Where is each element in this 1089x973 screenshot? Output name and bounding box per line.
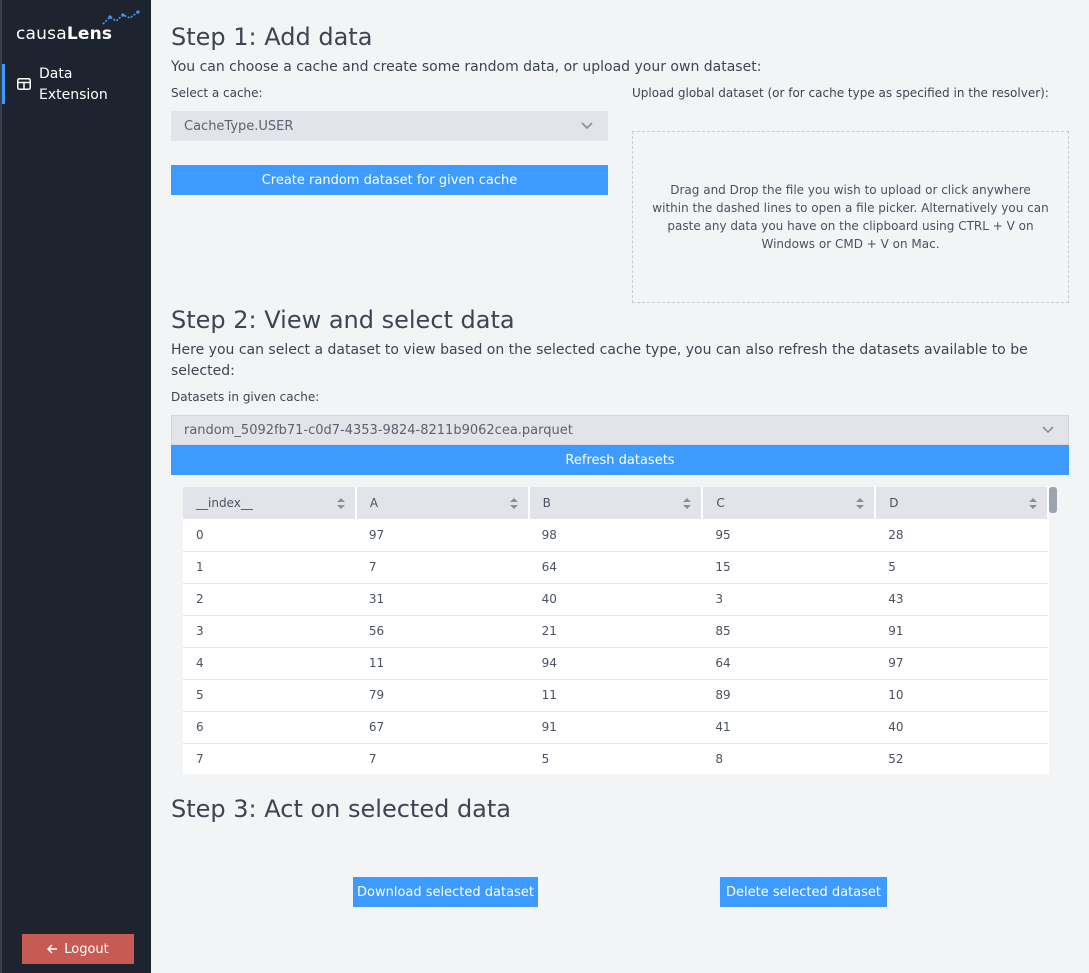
table-cell: 3 — [183, 615, 356, 648]
table-cell: 94 — [528, 647, 703, 680]
table-cell: 11 — [355, 647, 529, 680]
dataset-select-value: random_5092fb71-c0d7-4353-9824-8211b9062… — [184, 422, 573, 438]
column-header[interactable]: D — [875, 487, 1049, 519]
table-scrollbar[interactable] — [1049, 487, 1057, 513]
column-header[interactable]: A — [355, 487, 530, 519]
step2-description: Here you can select a dataset to view ba… — [171, 342, 1028, 379]
table-cell: 67 — [355, 711, 529, 744]
table-row[interactable]: 1 7 64 15 5 — [183, 551, 1048, 584]
table-cell: 10 — [875, 679, 1048, 712]
dropzone-text: Drag and Drop the file you wish to uploa… — [652, 183, 1049, 251]
table-body: 0 97 98 95 28 1 7 64 15 5 2 31 40 3 43 3 56 21 85 91 4 11 94 64… — [183, 519, 1048, 774]
table-cell: 6 — [183, 711, 356, 744]
table-cell: 52 — [875, 743, 1048, 774]
table-cell: 79 — [355, 679, 529, 712]
column-header-label: C — [716, 496, 725, 510]
table-cell: 40 — [875, 711, 1048, 744]
brand-name: causaLens — [16, 24, 113, 44]
create-random-dataset-button[interactable]: Create random dataset for given cache — [171, 165, 608, 195]
table-cell: 64 — [528, 551, 703, 584]
column-header-label: A — [369, 496, 379, 510]
column-header[interactable]: __index__ — [183, 487, 357, 519]
sort-icon — [683, 498, 692, 509]
upload-label: Upload global dataset (or for cache type… — [632, 86, 1049, 100]
table-cell: 40 — [528, 583, 703, 616]
step1-description: You can choose a cache and create some r… — [171, 59, 762, 75]
step2-title: Step 2: View and select data — [171, 306, 515, 334]
table-cell: 5 — [528, 743, 703, 774]
table-cell: 8 — [702, 743, 876, 774]
table-cell: 11 — [528, 679, 703, 712]
table-cell: 91 — [875, 615, 1048, 648]
sort-icon — [856, 498, 865, 509]
table-cell: 3 — [702, 583, 876, 616]
sort-icon — [336, 498, 345, 509]
table-cell: 7 — [355, 743, 529, 774]
column-header-label: D — [889, 496, 899, 510]
table-cell: 31 — [355, 583, 529, 616]
sidebar-item-data-extension[interactable]: Data Extension — [2, 64, 151, 104]
table-row[interactable]: 7 7 5 8 52 — [183, 743, 1048, 774]
table-cell: 89 — [702, 679, 876, 712]
table-cell: 43 — [875, 583, 1048, 616]
logout-label: Logout — [64, 941, 109, 957]
cache-select-label: Select a cache: — [171, 86, 263, 100]
upload-dropzone[interactable]: Drag and Drop the file you wish to uploa… — [632, 131, 1069, 303]
cache-select-value: CacheType.USER — [184, 118, 294, 134]
table-cell: 7 — [183, 743, 356, 774]
table-cell: 64 — [702, 647, 876, 680]
logout-button[interactable]: Logout — [22, 934, 134, 964]
table-cell: 97 — [875, 647, 1048, 680]
table-cell: 2 — [183, 583, 356, 616]
table-row[interactable]: 6 67 91 41 40 — [183, 711, 1048, 744]
arrow-left-icon — [47, 944, 58, 954]
delete-dataset-button[interactable]: Delete selected dataset — [720, 877, 887, 907]
brand-logo: causaLens — [16, 10, 146, 46]
dataset-select[interactable]: random_5092fb71-c0d7-4353-9824-8211b9062… — [171, 415, 1069, 445]
table-row[interactable]: 2 31 40 3 43 — [183, 583, 1048, 616]
table-row[interactable]: 4 11 94 64 97 — [183, 647, 1048, 680]
data-table: __index__ A B C D 0 97 98 95 28 1 7 64 15 5 2 31 40 3 43 3 5… — [183, 487, 1049, 774]
table-cell: 5 — [183, 679, 356, 712]
table-icon — [17, 78, 31, 90]
sort-icon — [509, 498, 518, 509]
sort-icon — [1029, 498, 1037, 509]
column-header-label: B — [542, 496, 551, 510]
refresh-datasets-button[interactable]: Refresh datasets — [171, 445, 1069, 475]
table-cell: 56 — [355, 615, 529, 648]
chevron-down-icon — [581, 122, 593, 130]
column-header[interactable]: B — [528, 487, 704, 519]
table-cell: 21 — [528, 615, 703, 648]
chevron-down-icon — [1042, 426, 1054, 434]
table-header-row: __index__ A B C D — [183, 487, 1049, 519]
table-cell: 41 — [702, 711, 876, 744]
table-cell: 91 — [528, 711, 703, 744]
table-cell: 7 — [355, 551, 529, 584]
table-cell: 1 — [183, 551, 356, 584]
datasets-select-label: Datasets in given cache: — [171, 390, 320, 404]
table-row[interactable]: 5 79 11 89 10 — [183, 679, 1048, 712]
step1-title: Step 1: Add data — [171, 23, 373, 51]
table-row[interactable]: 0 97 98 95 28 — [183, 519, 1048, 552]
column-header-label: __index__ — [196, 496, 253, 510]
table-cell: 0 — [183, 519, 356, 552]
table-cell: 98 — [528, 519, 703, 552]
table-cell: 5 — [875, 551, 1048, 584]
table-row[interactable]: 3 56 21 85 91 — [183, 615, 1048, 648]
download-dataset-button[interactable]: Download selected dataset — [353, 877, 538, 907]
table-cell: 85 — [702, 615, 876, 648]
table-cell: 95 — [702, 519, 876, 552]
sidebar-item-label: Data Extension — [39, 66, 108, 103]
sidebar: causaLens Data Extension Logout — [0, 0, 151, 973]
column-header[interactable]: C — [702, 487, 877, 519]
table-cell: 97 — [355, 519, 529, 552]
cache-select[interactable]: CacheType.USER — [171, 111, 608, 141]
table-cell: 15 — [702, 551, 876, 584]
step3-title: Step 3: Act on selected data — [171, 795, 512, 823]
table-cell: 4 — [183, 647, 356, 680]
table-cell: 28 — [875, 519, 1048, 552]
